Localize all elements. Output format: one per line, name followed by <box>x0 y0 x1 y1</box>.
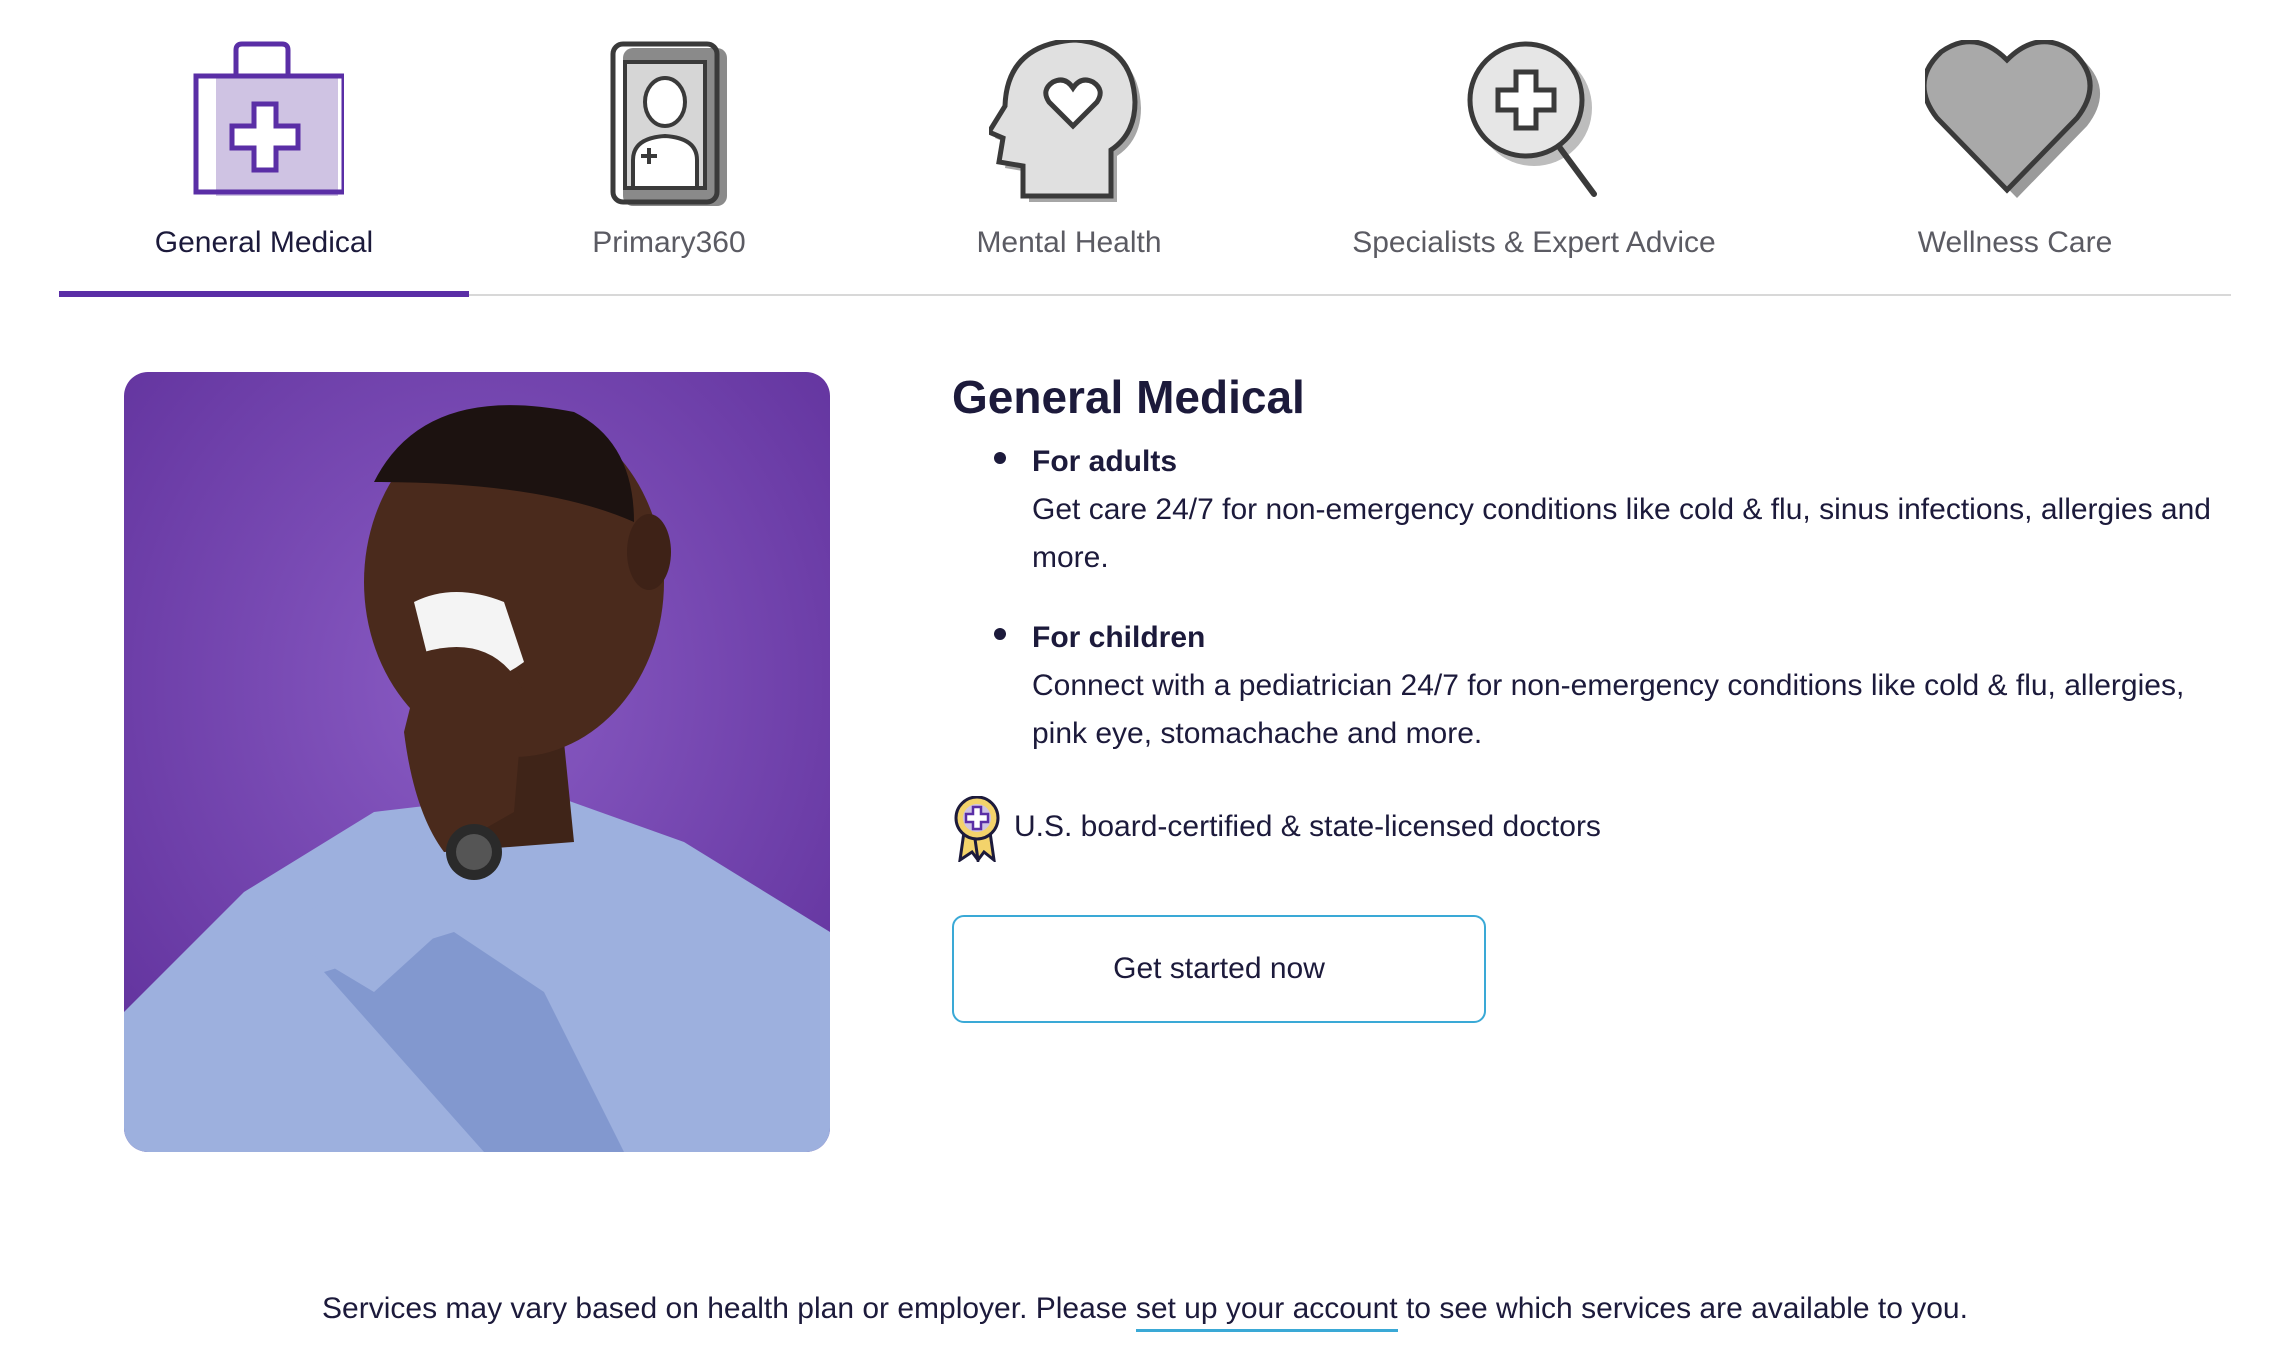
setup-account-link[interactable]: set up your account <box>1135 1292 1398 1332</box>
medical-kit-icon <box>184 40 347 205</box>
bullet-children: For children Connect with a pediatrician… <box>994 614 2242 758</box>
tab-specialists-expert-advice[interactable]: Specialists & Expert Advice <box>1269 0 1799 294</box>
tab-wellness-care[interactable]: Wellness Care <box>1799 0 2231 294</box>
head-heart-icon <box>985 37 1149 215</box>
section-title: General Medical <box>952 371 1305 423</box>
bullet-title: For adults <box>1032 445 1178 478</box>
tab-label: Specialists & Expert Advice <box>1352 226 1716 259</box>
tab-label: Wellness Care <box>1917 226 2113 259</box>
tab-label: Mental Health <box>976 226 1162 259</box>
tab-primary360[interactable]: Primary360 <box>469 0 869 294</box>
tab-label: Primary360 <box>592 226 746 259</box>
bullet-dot <box>994 628 1006 640</box>
footer-text-before: Services may vary based on health plan o… <box>322 1292 1136 1325</box>
footer-note: Services may vary based on health plan o… <box>0 1292 2290 1332</box>
get-started-button[interactable]: Get started now <box>952 915 1486 1023</box>
bullet-body: Connect with a pediatrician 24/7 for non… <box>1032 669 2185 750</box>
heart-icon <box>1921 39 2105 205</box>
magnifier-plus-icon <box>1464 40 1604 215</box>
bullet-adults: For adults Get care 24/7 for non-emergen… <box>994 438 2242 582</box>
tab-label: General Medical <box>154 226 374 259</box>
hero-photo <box>124 372 830 1152</box>
service-tabs: General Medical Primary360 Mental Health <box>59 0 2231 297</box>
certification-text: U.S. board-certified & state-licensed do… <box>1014 810 1601 843</box>
footer-text-after: to see which services are available to y… <box>1397 1292 1968 1325</box>
tab-general-medical[interactable]: General Medical <box>59 0 469 297</box>
tab-mental-health[interactable]: Mental Health <box>869 0 1269 294</box>
bullet-title: For children <box>1032 621 1206 654</box>
award-ribbon-icon <box>952 795 1002 867</box>
bullet-dot <box>994 452 1006 464</box>
bullet-body: Get care 24/7 for non-emergency conditio… <box>1032 493 2211 574</box>
doctor-badge-icon <box>609 40 729 215</box>
